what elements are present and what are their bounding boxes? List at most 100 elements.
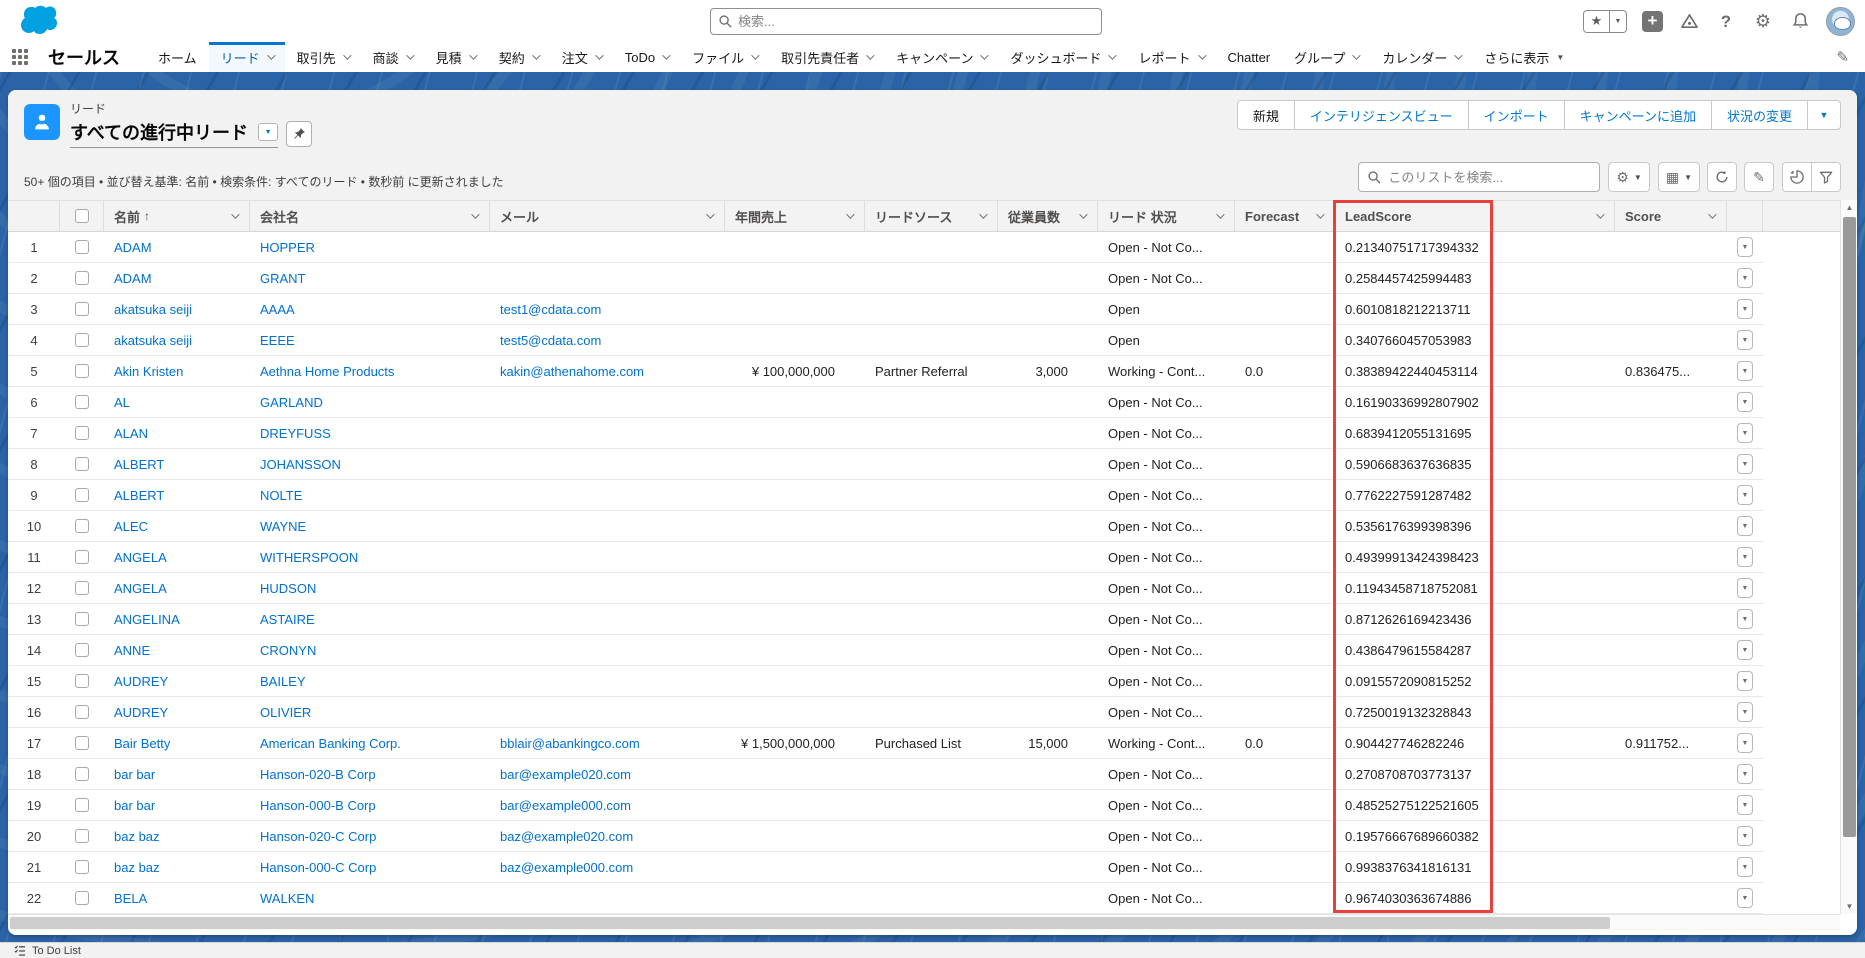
scroll-down-arrow-icon[interactable]: ▼ xyxy=(1841,899,1857,914)
row-actions-dropdown-icon[interactable]: ▼ xyxy=(1737,485,1753,505)
select-all-checkbox[interactable] xyxy=(75,209,89,223)
column-header-company[interactable]: 会社名 xyxy=(250,201,490,231)
row-actions-dropdown-icon[interactable]: ▼ xyxy=(1737,299,1753,319)
row-actions-dropdown-icon[interactable]: ▼ xyxy=(1737,330,1753,350)
edit-nav-pencil-icon[interactable]: ✎ xyxy=(1820,42,1865,72)
nav-tab-商談[interactable]: 商談 xyxy=(361,42,424,72)
company-link[interactable]: GARLAND xyxy=(260,395,323,410)
nav-tab-グループ[interactable]: グループ xyxy=(1282,42,1370,72)
company-link[interactable]: Hanson-000-B Corp xyxy=(260,798,376,813)
row-actions-dropdown-icon[interactable]: ▼ xyxy=(1737,237,1753,257)
nav-tab-取引先[interactable]: 取引先 xyxy=(285,42,361,72)
row-checkbox[interactable] xyxy=(75,581,89,595)
row-actions-dropdown-icon[interactable]: ▼ xyxy=(1737,268,1753,288)
column-header-check[interactable] xyxy=(60,201,104,231)
vertical-scrollbar[interactable]: ▲ ▼ xyxy=(1840,200,1857,914)
name-link[interactable]: bar bar xyxy=(114,767,155,782)
notifications-bell-icon[interactable] xyxy=(1789,10,1811,32)
charts-icon[interactable] xyxy=(1782,162,1812,192)
row-checkbox[interactable] xyxy=(75,457,89,471)
action-button-状況の変更[interactable]: 状況の変更 xyxy=(1711,100,1808,130)
vertical-scrollbar-thumb[interactable] xyxy=(1843,217,1856,837)
row-checkbox[interactable] xyxy=(75,240,89,254)
name-link[interactable]: bar bar xyxy=(114,798,155,813)
email-link[interactable]: baz@example020.com xyxy=(500,829,633,844)
row-actions-dropdown-icon[interactable]: ▼ xyxy=(1737,609,1753,629)
row-checkbox[interactable] xyxy=(75,333,89,347)
nav-tab-取引先責任者[interactable]: 取引先責任者 xyxy=(769,42,884,72)
name-link[interactable]: ALEC xyxy=(114,519,148,534)
name-link[interactable]: AUDREY xyxy=(114,705,168,720)
row-checkbox[interactable] xyxy=(75,519,89,533)
row-checkbox[interactable] xyxy=(75,736,89,750)
edit-list-pencil-icon[interactable]: ✎ xyxy=(1744,162,1774,192)
user-avatar[interactable] xyxy=(1826,7,1855,36)
filter-funnel-icon[interactable] xyxy=(1811,162,1841,192)
column-header-revenue[interactable]: 年間売上 xyxy=(725,201,865,231)
row-checkbox[interactable] xyxy=(75,891,89,905)
row-checkbox[interactable] xyxy=(75,364,89,378)
nav-tab-キャンペーン[interactable]: キャンペーン xyxy=(884,42,998,72)
company-link[interactable]: GRANT xyxy=(260,271,306,286)
pin-list-icon[interactable] xyxy=(286,121,312,147)
row-checkbox[interactable] xyxy=(75,488,89,502)
row-checkbox[interactable] xyxy=(75,643,89,657)
name-link[interactable]: baz baz xyxy=(114,829,160,844)
column-menu-chevron-icon[interactable] xyxy=(846,210,854,218)
column-header-actions[interactable] xyxy=(1727,201,1763,231)
row-actions-dropdown-icon[interactable]: ▼ xyxy=(1737,888,1753,908)
list-view-selector-chevron-icon[interactable]: ▼ xyxy=(258,123,278,141)
nav-tab-ホーム[interactable]: ホーム xyxy=(146,42,209,72)
email-link[interactable]: bar@example000.com xyxy=(500,798,631,813)
name-link[interactable]: akatsuka seiji xyxy=(114,302,192,317)
column-menu-chevron-icon[interactable] xyxy=(471,210,479,218)
row-checkbox[interactable] xyxy=(75,612,89,626)
favorites-dropdown-icon[interactable]: ▼ xyxy=(1610,10,1627,33)
row-actions-dropdown-icon[interactable]: ▼ xyxy=(1737,578,1753,598)
company-link[interactable]: HOPPER xyxy=(260,240,315,255)
row-checkbox[interactable] xyxy=(75,271,89,285)
company-link[interactable]: AAAA xyxy=(260,302,295,317)
row-checkbox[interactable] xyxy=(75,705,89,719)
column-header-employees[interactable]: 従業員数 xyxy=(998,201,1098,231)
column-menu-chevron-icon[interactable] xyxy=(1079,210,1087,218)
action-button-新規[interactable]: 新規 xyxy=(1237,100,1295,130)
company-link[interactable]: Hanson-020-C Corp xyxy=(260,829,376,844)
column-header-score[interactable]: Score xyxy=(1615,201,1727,231)
name-link[interactable]: ANNE xyxy=(114,643,150,658)
name-link[interactable]: ANGELA xyxy=(114,581,167,596)
action-button-インテリジェンスビュー[interactable]: インテリジェンスビュー xyxy=(1294,100,1469,130)
row-actions-dropdown-icon[interactable]: ▼ xyxy=(1737,392,1753,412)
favorites-star-icon[interactable]: ★ xyxy=(1583,10,1610,33)
name-link[interactable]: AL xyxy=(114,395,130,410)
list-search-input[interactable] xyxy=(1388,170,1590,185)
app-launcher-icon[interactable] xyxy=(0,42,40,72)
column-menu-chevron-icon[interactable] xyxy=(1708,210,1716,218)
row-actions-dropdown-icon[interactable]: ▼ xyxy=(1737,454,1753,474)
email-link[interactable]: bblair@abankingco.com xyxy=(500,736,640,751)
nav-tab-注文[interactable]: 注文 xyxy=(550,42,613,72)
column-header-source[interactable]: リードソース xyxy=(865,201,998,231)
display-as-table-icon[interactable]: ▦▼ xyxy=(1658,162,1700,192)
row-checkbox[interactable] xyxy=(75,674,89,688)
row-checkbox[interactable] xyxy=(75,426,89,440)
list-view-title[interactable]: すべての進行中リード ▼ xyxy=(70,119,278,148)
row-actions-dropdown-icon[interactable]: ▼ xyxy=(1737,702,1753,722)
row-checkbox[interactable] xyxy=(75,550,89,564)
name-link[interactable]: ADAM xyxy=(114,271,152,286)
company-link[interactable]: CRONYN xyxy=(260,643,316,658)
column-menu-chevron-icon[interactable] xyxy=(979,210,987,218)
row-checkbox[interactable] xyxy=(75,860,89,874)
nav-tab-ToDo[interactable]: ToDo xyxy=(613,42,680,72)
row-checkbox[interactable] xyxy=(75,798,89,812)
name-link[interactable]: ALBERT xyxy=(114,488,164,503)
row-actions-dropdown-icon[interactable]: ▼ xyxy=(1737,640,1753,660)
company-link[interactable]: Hanson-020-B Corp xyxy=(260,767,376,782)
column-menu-chevron-icon[interactable] xyxy=(1596,210,1604,218)
global-search-input[interactable] xyxy=(738,14,1093,29)
global-actions-plus-icon[interactable]: + xyxy=(1642,11,1663,32)
row-actions-dropdown-icon[interactable]: ▼ xyxy=(1737,361,1753,381)
company-link[interactable]: HUDSON xyxy=(260,581,316,596)
column-header-name[interactable]: 名前↑ xyxy=(104,201,250,231)
company-link[interactable]: DREYFUSS xyxy=(260,426,331,441)
